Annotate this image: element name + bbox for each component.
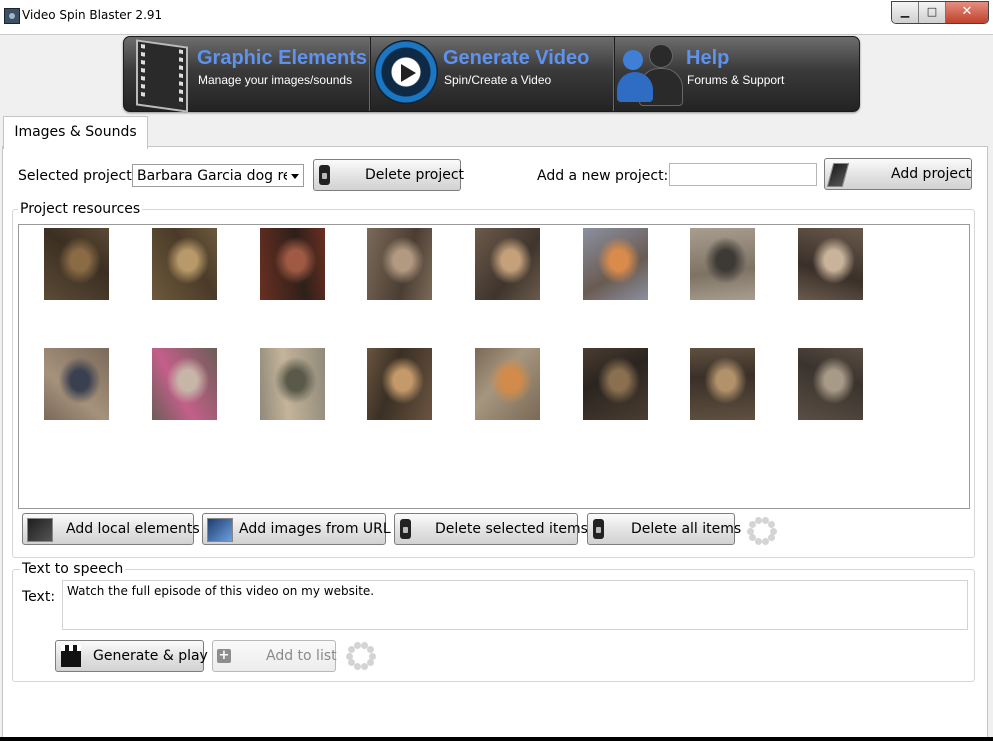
nav-subtitle: Spin/Create a Video [444, 73, 552, 87]
add-images-url-button[interactable]: Add images from URL [202, 513, 391, 545]
maximize-button[interactable]: □ [919, 2, 946, 23]
thumbnail-image [152, 348, 217, 420]
resource-thumbnail[interactable] [260, 348, 325, 420]
resources-list[interactable] [18, 224, 970, 509]
button-label: Add images from URL [239, 521, 391, 537]
add-to-list-button[interactable]: + Add to list [212, 640, 337, 672]
thumbnail-image [475, 228, 540, 300]
button-label: Add project [891, 166, 972, 182]
thumbnail-image [475, 348, 540, 420]
resource-thumbnail[interactable] [798, 348, 863, 420]
button-label: Delete selected items [435, 521, 588, 537]
delete-project-button[interactable]: Delete project [313, 159, 465, 191]
project-resources-label: Project resources [18, 201, 143, 217]
trash-icon [593, 519, 604, 539]
trash-icon [319, 165, 330, 185]
project-select-value: Barbara Garcia dog reun [137, 168, 287, 184]
thumbnail-image [690, 348, 755, 420]
nav-help[interactable]: Help Forums & Support [615, 37, 859, 111]
nav-generate-video[interactable]: Generate Video Spin/Create a Video [371, 37, 615, 111]
thumbnail-image [798, 228, 863, 300]
thumbnail-image [260, 348, 325, 420]
film-icon [826, 163, 850, 187]
film-strip-icon [136, 39, 188, 113]
window-bottom-edge [0, 737, 993, 741]
resource-thumbnail[interactable] [44, 228, 109, 300]
film-icon [27, 518, 53, 542]
nav-graphic-elements[interactable]: Graphic Elements Manage your images/soun… [124, 37, 371, 113]
resource-thumbnail[interactable] [152, 228, 217, 300]
plus-icon: + [217, 648, 231, 663]
resource-thumbnail[interactable] [475, 348, 540, 420]
thumbnail-image [583, 348, 648, 420]
window-controls: ▁ □ ✕ [891, 1, 989, 24]
resource-thumbnail[interactable] [583, 228, 648, 300]
thumbnail-image [44, 348, 109, 420]
project-select[interactable]: Barbara Garcia dog reun [132, 164, 304, 187]
trash-icon [400, 519, 411, 539]
selected-project-label: Selected project: [18, 168, 137, 184]
button-label: Add local elements [66, 521, 200, 537]
resource-thumbnail[interactable] [367, 348, 432, 420]
text-to-speech-label: Text to speech [20, 561, 126, 577]
app-icon [4, 8, 20, 24]
add-local-elements-button[interactable]: Add local elements [22, 513, 200, 545]
thumbnail-image [690, 228, 755, 300]
clapperboard-icon [61, 645, 81, 667]
nav-title: Help [686, 47, 730, 69]
button-label: Add to list [266, 648, 337, 664]
thumbnail-image [583, 228, 648, 300]
app-window: Video Spin Blaster 2.91 ▁ □ ✕ Graphic El… [0, 0, 993, 741]
close-button[interactable]: ✕ [946, 2, 988, 23]
resource-thumbnail[interactable] [690, 228, 755, 300]
resource-thumbnail[interactable] [260, 228, 325, 300]
nav-title: Generate Video [443, 47, 590, 69]
resource-thumbnail[interactable] [690, 348, 755, 420]
thumbnail-image [367, 228, 432, 300]
resource-thumbnail[interactable] [798, 228, 863, 300]
nav-title: Graphic Elements [197, 47, 368, 69]
resource-thumbnail[interactable] [583, 348, 648, 420]
resource-thumbnail[interactable] [367, 228, 432, 300]
thumbnail-image [44, 228, 109, 300]
minimize-button[interactable]: ▁ [892, 2, 919, 23]
chevron-down-icon [291, 174, 299, 179]
button-label: Delete project [365, 167, 465, 183]
window-title: Video Spin Blaster 2.91 [22, 8, 163, 22]
users-icon [617, 42, 683, 106]
resource-thumbnail[interactable] [152, 348, 217, 420]
button-label: Delete all items [631, 521, 742, 537]
resource-thumbnail[interactable] [44, 348, 109, 420]
loading-spinner-icon [346, 641, 376, 671]
button-label: Generate & play [93, 648, 208, 664]
delete-all-button[interactable]: Delete all items [587, 513, 741, 545]
thumbnail-image [260, 228, 325, 300]
new-project-label: Add a new project: [537, 168, 669, 184]
image-icon [207, 518, 233, 542]
resource-thumbnail[interactable] [475, 228, 540, 300]
tab-images-sounds[interactable]: Images & Sounds [3, 116, 148, 149]
generate-play-button[interactable]: Generate & play [55, 640, 208, 672]
loading-spinner-icon [747, 516, 777, 546]
tts-text-label: Text: [22, 589, 56, 605]
thumbnail-image [152, 228, 217, 300]
nav-subtitle: Forums & Support [687, 73, 785, 87]
nav-subtitle: Manage your images/sounds [198, 73, 353, 87]
main-navigation: Graphic Elements Manage your images/soun… [123, 36, 860, 113]
thumbnail-image [367, 348, 432, 420]
play-disc-icon [374, 40, 438, 104]
thumbnail-image [798, 348, 863, 420]
add-project-button[interactable]: Add project [824, 158, 972, 190]
new-project-input[interactable] [669, 163, 817, 186]
tts-text-input[interactable]: Watch the full episode of this video on … [62, 580, 968, 630]
delete-selected-button[interactable]: Delete selected items [394, 513, 588, 545]
title-bar: Video Spin Blaster 2.91 ▁ □ ✕ [0, 0, 993, 35]
